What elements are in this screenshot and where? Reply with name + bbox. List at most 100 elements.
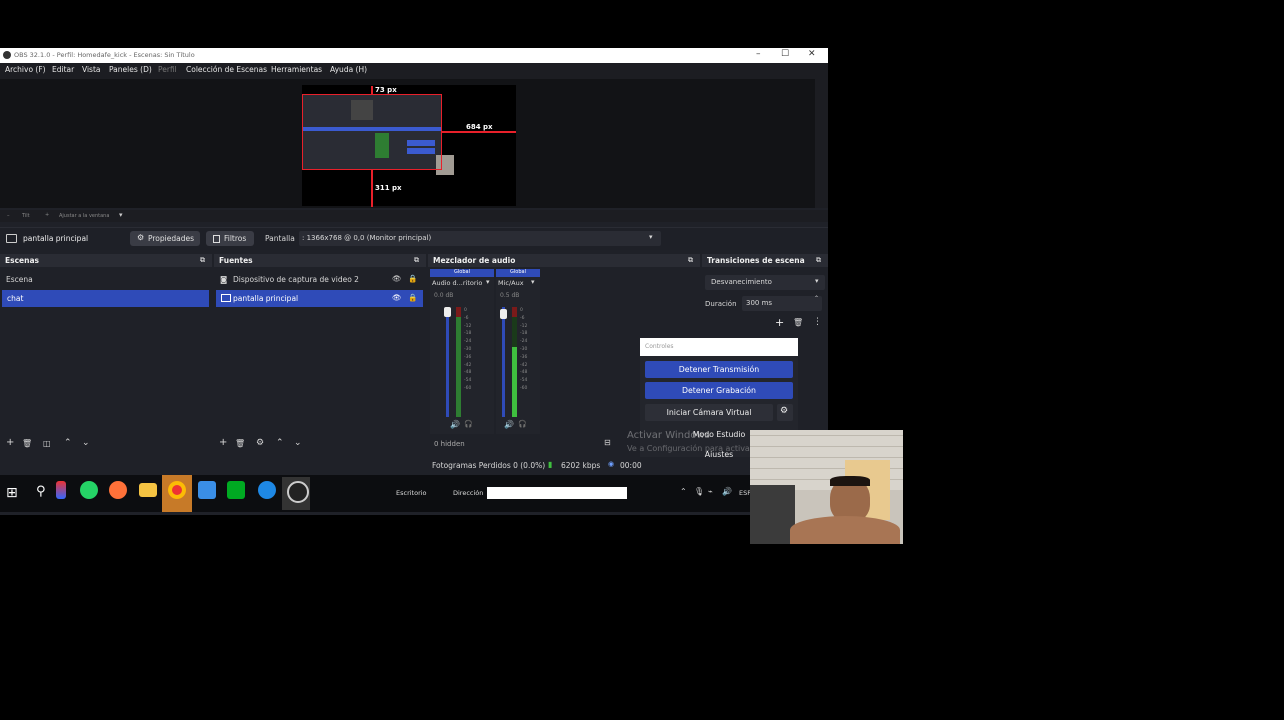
chevron-up-icon[interactable]: ⌃: [680, 487, 687, 496]
selected-source-label: pantalla principal: [23, 234, 89, 243]
source-item[interactable]: pantalla principal 👁 🔒: [216, 290, 423, 307]
chevron-down-icon[interactable]: ▾: [531, 278, 535, 286]
duration-input[interactable]: 300 ms ⌃: [742, 295, 822, 311]
headphones-icon[interactable]: 🎧: [464, 420, 473, 428]
add-source-icon[interactable]: +: [219, 437, 227, 448]
channel-tag: Global: [430, 269, 494, 277]
volume-icon[interactable]: 🔊: [722, 487, 732, 496]
virtual-camera-settings[interactable]: ⚙: [777, 404, 793, 421]
chevron-down-icon: ▾: [815, 277, 819, 285]
scene-item[interactable]: chat: [2, 290, 209, 307]
eye-icon[interactable]: 👁: [392, 293, 402, 302]
microphone-icon[interactable]: 🎙: [694, 487, 704, 496]
volume-handle[interactable]: [500, 309, 507, 319]
level-meter: [456, 317, 461, 417]
minimize-button[interactable]: –: [756, 49, 761, 59]
trash-icon[interactable]: 🗑: [22, 439, 32, 448]
stop-record-button[interactable]: Detener Grabación: [645, 382, 793, 399]
mixer-layout-icon[interactable]: ⊟: [604, 438, 611, 447]
obs-icon[interactable]: [287, 481, 309, 503]
gear-icon[interactable]: ⚙: [256, 438, 264, 448]
menu-editar[interactable]: Editar: [52, 65, 74, 74]
undock-icon[interactable]: ⧉: [414, 256, 419, 265]
move-down-icon[interactable]: ⌄: [82, 438, 90, 448]
monitor-icon: [6, 234, 17, 243]
desktop-toolbar[interactable]: Escritorio: [396, 489, 427, 497]
selection-box[interactable]: [302, 94, 442, 170]
zoom-dropdown-icon[interactable]: ▾: [119, 211, 123, 219]
channel-name[interactable]: Audio d...ritorio: [432, 279, 482, 287]
lock-icon[interactable]: 🔒: [408, 293, 417, 302]
windows-start-icon[interactable]: ⊞: [6, 485, 18, 501]
meter-scale: 0 -6 -12 -18 -24 -30 -36 -42 -48 -54 -60: [520, 308, 528, 391]
window-title: OBS 32.1.0 - Perfil: Homedafe_kick - Esc…: [14, 51, 195, 59]
channel-db: 0.0 dB: [434, 292, 454, 299]
maximize-button[interactable]: ☐: [781, 49, 789, 59]
chevron-down-icon[interactable]: ▾: [486, 278, 490, 286]
mixer-channel: Global Mic/Aux ▾ 0.5 dB 0 -6 -12 -18 -24 -30-…: [496, 269, 540, 434]
filters-button[interactable]: Filtros: [206, 231, 254, 246]
undock-icon[interactable]: ⧉: [200, 256, 205, 265]
menu-herramientas[interactable]: Herramientas: [271, 65, 322, 74]
zoom-fit-label[interactable]: Ajustar a la ventana: [59, 213, 109, 219]
app-icon[interactable]: [198, 481, 216, 499]
stepper-icon[interactable]: ⌃: [814, 295, 819, 302]
dropped-frames: Fotogramas Perdidos 0 (0.0%): [432, 461, 546, 470]
activation-watermark: Activar Windows: [627, 430, 710, 441]
search-icon[interactable]: ⚲: [36, 484, 46, 499]
source-toolbar: pantalla principal ⚙ Propiedades Filtros…: [0, 227, 828, 250]
close-button[interactable]: ✕: [808, 49, 816, 59]
firefox-icon[interactable]: [109, 481, 127, 499]
move-up-icon[interactable]: ⌃: [276, 438, 284, 448]
menu-archivo[interactable]: Archivo (F): [5, 65, 46, 74]
headphones-icon[interactable]: 🎧: [518, 420, 527, 428]
menu-vista[interactable]: Vista: [82, 65, 101, 74]
filter-icon: [213, 235, 220, 243]
properties-button[interactable]: ⚙ Propiedades: [130, 231, 200, 246]
add-transition-icon[interactable]: +: [775, 316, 784, 329]
menu-coleccion[interactable]: Colección de Escenas: [186, 65, 267, 74]
undock-icon[interactable]: ⧉: [816, 256, 821, 265]
sources-dock: Fuentes ⧉ ◙ Dispositivo de captura de vi…: [214, 254, 426, 455]
move-up-icon[interactable]: ⌃: [64, 438, 72, 448]
more-icon[interactable]: ⋮: [813, 317, 822, 327]
folder-icon[interactable]: [139, 483, 157, 497]
add-scene-icon[interactable]: +: [6, 437, 14, 448]
volume-slider[interactable]: [446, 307, 449, 417]
transition-select[interactable]: Desvanecimiento ▾: [705, 275, 825, 290]
zoom-minus-icon[interactable]: –: [7, 213, 10, 219]
eye-icon[interactable]: 👁: [392, 274, 402, 283]
channel-name[interactable]: Mic/Aux: [498, 279, 524, 287]
scene-item[interactable]: Escena: [0, 272, 209, 287]
undock-icon[interactable]: ⧉: [688, 256, 693, 265]
level-meter: [512, 347, 517, 417]
menu-ayuda[interactable]: Ayuda (H): [330, 65, 367, 74]
move-down-icon[interactable]: ⌄: [294, 438, 302, 448]
address-input[interactable]: [487, 487, 627, 499]
virtual-camera-button[interactable]: Iniciar Cámara Virtual: [645, 404, 773, 421]
speaker-icon[interactable]: 🔊: [504, 420, 514, 429]
chrome-icon[interactable]: [168, 481, 186, 499]
lock-icon[interactable]: 🔒: [408, 274, 417, 283]
monitor-icon: [221, 294, 231, 302]
stop-stream-button[interactable]: Detener Transmisión: [645, 361, 793, 378]
speaker-icon[interactable]: 🔊: [450, 420, 460, 429]
volume-handle[interactable]: [444, 307, 451, 317]
app-icon[interactable]: [56, 481, 66, 499]
display-select[interactable]: : 1366x768 @ 0,0 (Monitor principal) ▾: [299, 231, 661, 246]
title-bar: OBS 32.1.0 - Perfil: Homedafe_kick - Esc…: [0, 48, 828, 63]
edge-icon[interactable]: [258, 481, 276, 499]
zoom-plus-icon[interactable]: +: [45, 212, 49, 218]
network-icon[interactable]: ⌁: [708, 487, 713, 496]
trash-icon[interactable]: 🗑: [793, 318, 803, 327]
scene-filter-icon[interactable]: ◫: [43, 439, 51, 448]
app-icon[interactable]: [227, 481, 245, 499]
whatsapp-icon[interactable]: [80, 481, 98, 499]
hidden-count: 0 hidden: [434, 440, 465, 448]
source-item[interactable]: ◙ Dispositivo de captura de video 2 👁 🔒: [214, 272, 423, 287]
trash-icon[interactable]: 🗑: [235, 439, 245, 448]
volume-slider[interactable]: [502, 307, 505, 417]
menu-perfil[interactable]: Perfil: [158, 65, 177, 74]
menu-paneles[interactable]: Paneles (D): [109, 65, 152, 74]
activation-watermark-sub: Ve a Configuración para activar: [627, 444, 754, 453]
